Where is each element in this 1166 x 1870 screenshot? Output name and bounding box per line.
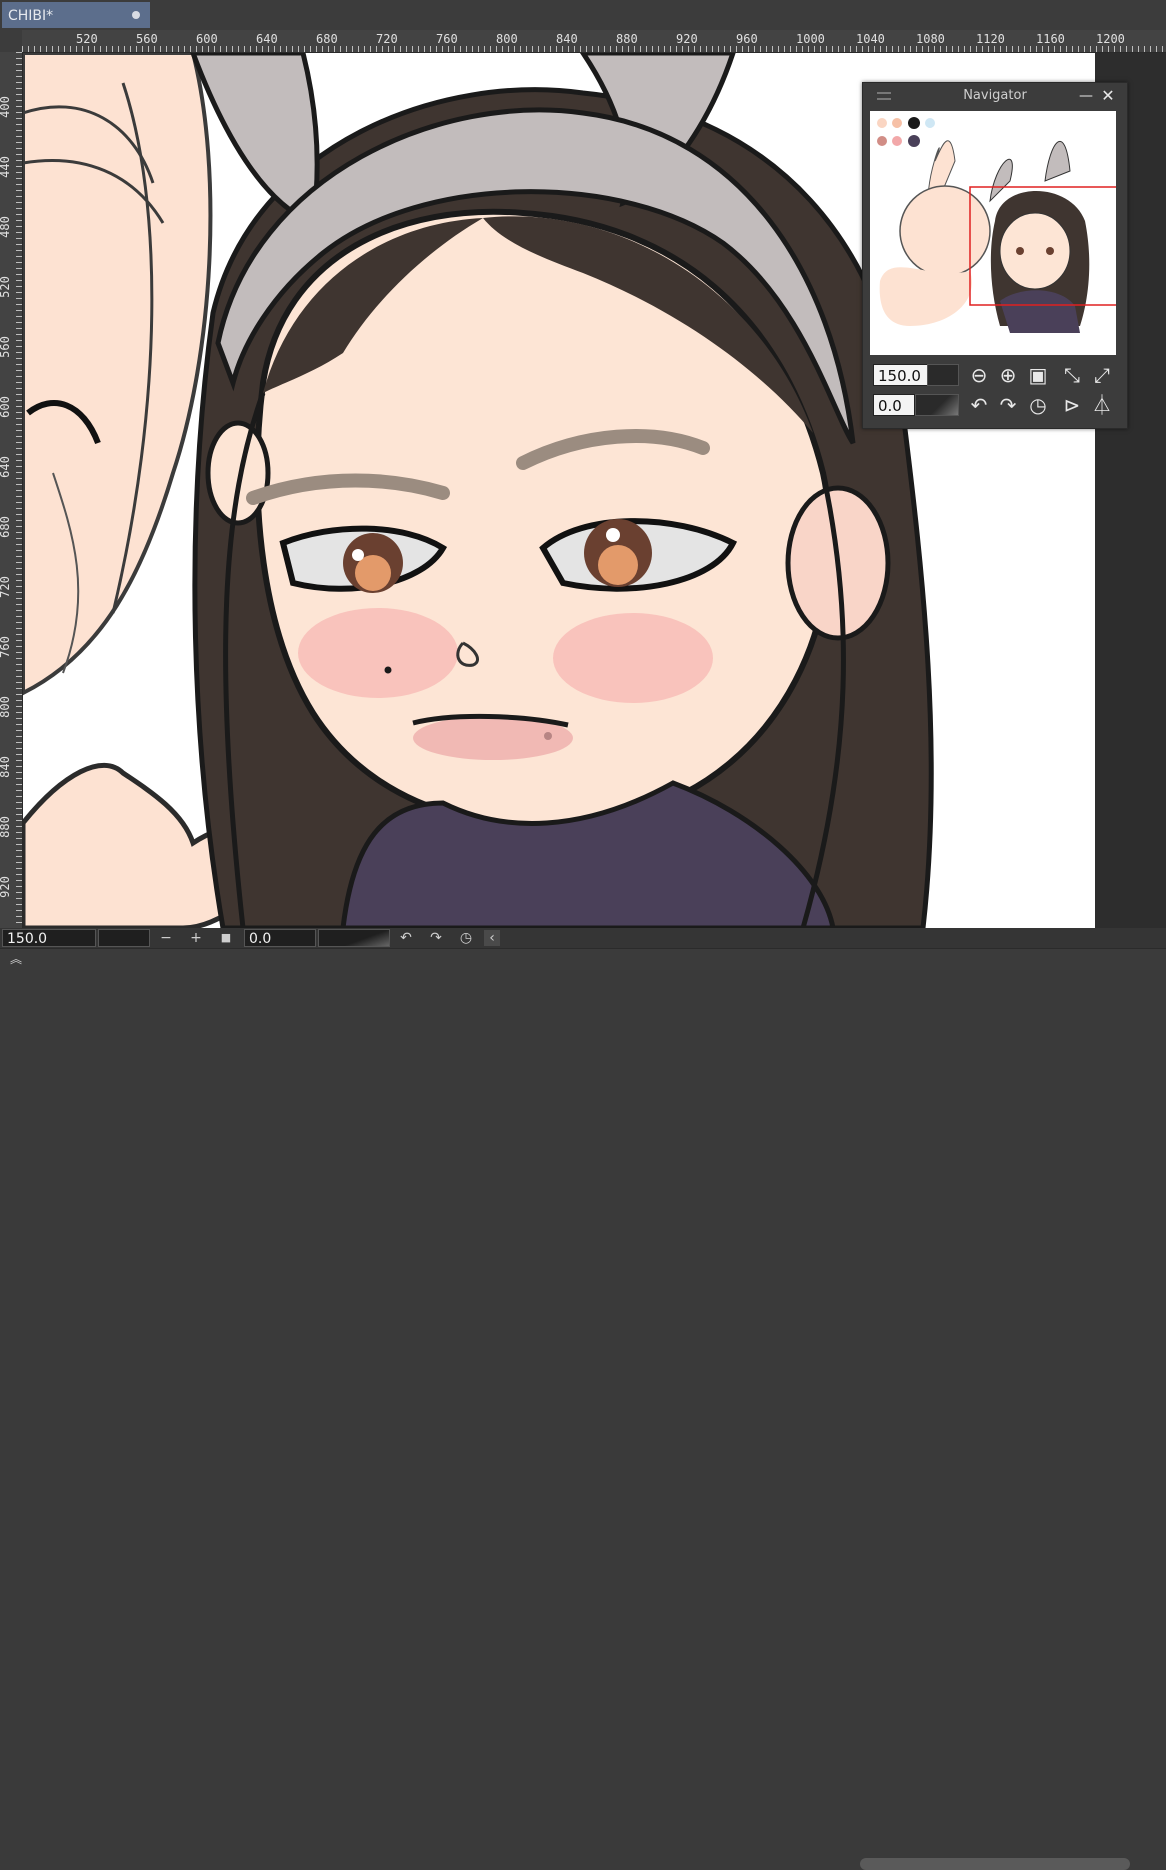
ruler-corner — [0, 30, 22, 52]
ruler-label: 760 — [436, 32, 458, 46]
ruler-label: 520 — [0, 276, 12, 298]
ruler-label: 640 — [0, 456, 12, 478]
fit-icon[interactable]: ⤡ — [1059, 362, 1085, 388]
ruler-label: 680 — [316, 32, 338, 46]
reset-rotation-icon[interactable]: ◷ — [1025, 392, 1051, 418]
ruler-label: 1200 — [1096, 32, 1125, 46]
ruler-label: 520 — [76, 32, 98, 46]
canvas-status-bar: 150.0 − + ■ 0.0 ↶ ↷ ◷ ‹ — [0, 928, 1166, 1870]
unsaved-dot-icon[interactable] — [132, 11, 140, 19]
ruler-label: 840 — [0, 756, 12, 778]
rotation-slider[interactable] — [318, 929, 390, 947]
flip-vertical-icon[interactable]: ⏃ — [1089, 392, 1115, 418]
zoom-field[interactable]: 150.0 — [2, 929, 96, 947]
rotate-left-icon[interactable]: ↶ — [398, 930, 414, 946]
collapse-icon[interactable]: ‹ — [484, 930, 500, 946]
navigator-zoom-field[interactable]: 150.0 — [873, 364, 929, 386]
rotate-right-icon[interactable]: ↷ — [995, 392, 1021, 418]
bottom-panel-bar: ︽ — [0, 948, 1166, 970]
document-tab-bar: CHIBI* — [0, 0, 1166, 30]
ruler-label: 440 — [0, 156, 12, 178]
expand-panel-icon[interactable]: ︽ — [8, 951, 24, 967]
zoom-slider[interactable] — [98, 929, 150, 947]
ruler-label: 1000 — [796, 32, 825, 46]
ruler-label: 760 — [0, 636, 12, 658]
zoom-out-icon[interactable]: − — [158, 930, 174, 946]
rotation-field[interactable]: 0.0 — [244, 929, 316, 947]
flip-horizontal-icon[interactable]: ⊳ — [1059, 392, 1085, 418]
actual-size-icon[interactable]: ■ — [218, 930, 234, 946]
zoom-in-icon[interactable]: ⊕ — [995, 362, 1021, 388]
ruler-label: 720 — [0, 576, 12, 598]
ruler-label: 560 — [136, 32, 158, 46]
ruler-label: 800 — [0, 696, 12, 718]
fit-window-icon[interactable]: ⤢ — [1089, 362, 1115, 388]
actual-size-icon[interactable]: ▣ — [1025, 362, 1051, 388]
ruler-label: 600 — [196, 32, 218, 46]
ruler-label: 960 — [736, 32, 758, 46]
ruler-label: 1120 — [976, 32, 1005, 46]
ruler-label: 400 — [0, 96, 12, 118]
ruler-label: 880 — [616, 32, 638, 46]
ruler-label: 920 — [676, 32, 698, 46]
ruler-label: 920 — [0, 876, 12, 898]
vertical-ruler[interactable]: 400 440 480 520 560 600 640 680 720 760 … — [0, 52, 23, 928]
ruler-label: 1160 — [1036, 32, 1065, 46]
reset-rotation-icon[interactable]: ◷ — [458, 930, 474, 946]
close-icon[interactable]: ✕ — [1095, 83, 1121, 109]
ruler-label: 640 — [256, 32, 278, 46]
horizontal-ruler[interactable]: 520 560 600 640 680 720 760 800 840 880 … — [22, 30, 1166, 53]
rotate-left-icon[interactable]: ↶ — [966, 392, 992, 418]
document-tab-title: CHIBI* — [8, 8, 54, 24]
ruler-label: 880 — [0, 816, 12, 838]
ruler-label: 800 — [496, 32, 518, 46]
ruler-label: 680 — [0, 516, 12, 538]
document-tab[interactable]: CHIBI* — [2, 2, 150, 28]
navigator-panel[interactable]: Navigator — ✕ 150.0 ⊖ ⊕ ▣ ⤡ ⤢ 0.0 ↶ ↷ ◷ … — [862, 82, 1128, 429]
rotate-right-icon[interactable]: ↷ — [428, 930, 444, 946]
ruler-label: 1040 — [856, 32, 885, 46]
vertical-ruler-ticks — [16, 52, 22, 923]
ruler-label: 600 — [0, 396, 12, 418]
ruler-label: 560 — [0, 336, 12, 358]
navigator-zoom-slider[interactable] — [927, 364, 959, 386]
ruler-label: 1080 — [916, 32, 945, 46]
thumbnail-artwork — [877, 117, 1116, 333]
navigator-rotation-slider[interactable] — [915, 394, 959, 416]
ruler-label: 840 — [556, 32, 578, 46]
horizontal-scrollbar[interactable] — [860, 1858, 1130, 1870]
zoom-out-icon[interactable]: ⊖ — [966, 362, 992, 388]
zoom-in-icon[interactable]: + — [188, 930, 204, 946]
navigator-rotation-field[interactable]: 0.0 — [873, 394, 915, 416]
ruler-label: 480 — [0, 216, 12, 238]
navigator-thumbnail[interactable] — [870, 111, 1116, 355]
ruler-label: 720 — [376, 32, 398, 46]
